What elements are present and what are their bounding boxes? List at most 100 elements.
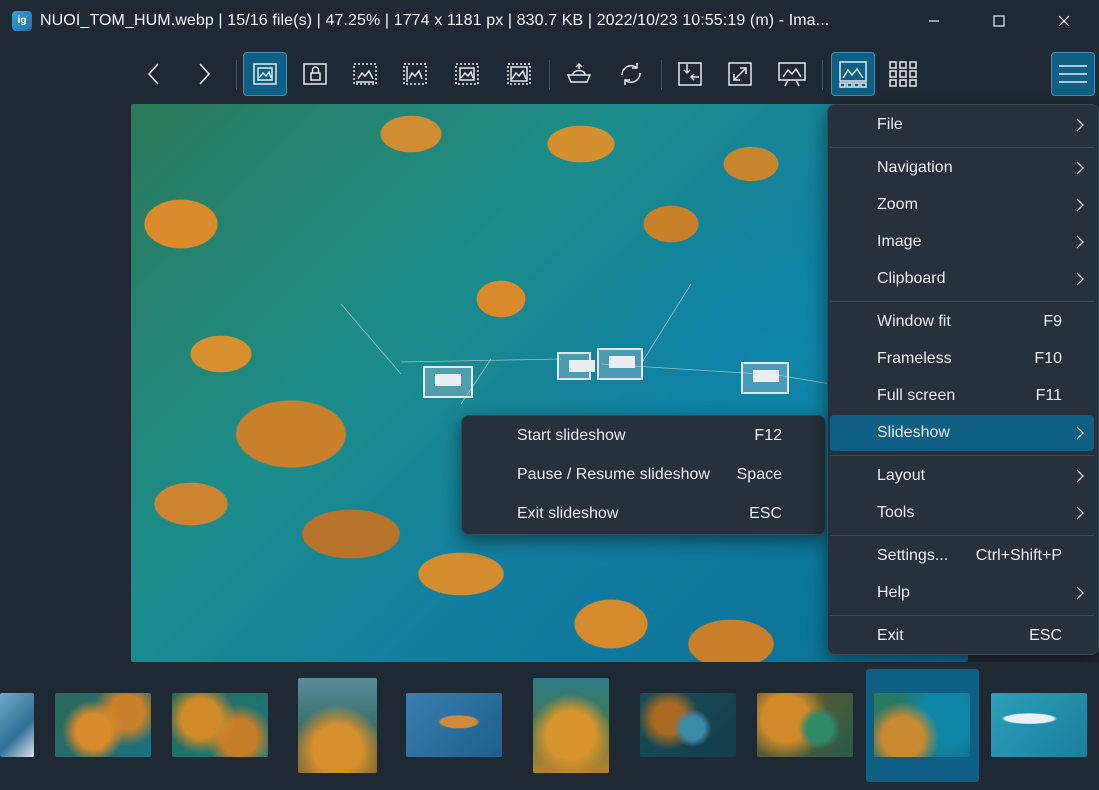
menu-item-window-fit[interactable]: Window fit F9: [830, 304, 1094, 340]
open-with-icon: [678, 62, 702, 86]
menu-item-clipboard[interactable]: Clipboard: [830, 261, 1094, 297]
menu-item-layout[interactable]: Layout: [830, 458, 1094, 494]
image-width-icon: [353, 63, 377, 85]
menu-item-shortcut: F12: [754, 427, 782, 444]
menu-item-image[interactable]: Image: [830, 224, 1094, 260]
menu-item-tools[interactable]: Tools: [830, 495, 1094, 531]
menu-item-help[interactable]: Help: [830, 575, 1094, 611]
menu-item-shortcut: Space: [736, 466, 782, 483]
menu-item-shortcut: F11: [1035, 387, 1062, 404]
menu-item-slideshow[interactable]: Slideshow: [830, 415, 1094, 451]
menu-item-shortcut: ESC: [749, 505, 782, 522]
scale-fit-button[interactable]: [445, 52, 489, 96]
menu-item-file[interactable]: File: [830, 107, 1094, 143]
minimize-icon: [929, 20, 939, 22]
chevron-right-icon: [1076, 272, 1084, 291]
presentation-icon: [778, 62, 806, 87]
thumbnail[interactable]: [533, 678, 609, 773]
pause-resume-slideshow-item[interactable]: Pause / Resume slideshow Space: [462, 456, 827, 494]
exit-slideshow-item[interactable]: Exit slideshow ESC: [462, 495, 827, 533]
thumbnail-selected[interactable]: [874, 693, 970, 757]
fullscreen-button[interactable]: [718, 52, 762, 96]
window-title: NUOI_TOM_HUM.webp | 15/16 file(s) | 47.2…: [40, 12, 830, 29]
hamburger-icon: [1059, 65, 1087, 83]
rotate-icon: [621, 63, 641, 85]
menu-item-label: Full screen: [877, 387, 956, 404]
rotate-button[interactable]: [609, 52, 653, 96]
menu-item-settings[interactable]: Settings... Ctrl+Shift+P: [830, 538, 1094, 574]
menu-divider: [830, 615, 1094, 616]
image-lock-icon: [303, 63, 327, 85]
menu-item-label: Slideshow: [877, 424, 950, 441]
chevron-right-icon: [1076, 118, 1084, 137]
menu-item-zoom[interactable]: Zoom: [830, 187, 1094, 223]
menu-item-label: File: [877, 116, 903, 133]
chevron-right-icon: [199, 63, 211, 85]
thumbnail[interactable]: [757, 693, 853, 757]
menu-item-exit[interactable]: Exit ESC: [830, 618, 1094, 654]
menu-item-label: Pause / Resume slideshow: [517, 466, 710, 483]
menu-divider: [830, 301, 1094, 302]
image-fill-icon: [507, 63, 531, 85]
scale-height-button[interactable]: [393, 52, 437, 96]
menu-item-label: Layout: [877, 467, 926, 484]
thumbnail-bar-button[interactable]: [831, 52, 875, 96]
menu-item-label: Settings...: [877, 547, 949, 564]
close-icon: [1058, 15, 1070, 27]
menu-item-label: Window fit: [877, 313, 951, 330]
toolbar-divider: [236, 60, 237, 90]
transparency-icon: [566, 62, 592, 83]
start-slideshow-item[interactable]: Start slideshow F12: [462, 417, 827, 455]
menu-item-label: Start slideshow: [517, 427, 626, 444]
menu-item-label: Frameless: [877, 350, 952, 367]
chevron-right-icon: [1076, 426, 1084, 445]
lock-zoom-button[interactable]: [293, 52, 337, 96]
menu-divider: [830, 455, 1094, 456]
thumbnail[interactable]: [991, 693, 1087, 757]
thumbnail[interactable]: [406, 693, 502, 757]
checkerboard-button[interactable]: [557, 52, 601, 96]
fish-cage: [597, 348, 643, 380]
scale-width-button[interactable]: [343, 52, 387, 96]
menu-divider: [830, 147, 1094, 148]
maximize-button[interactable]: [966, 0, 1032, 42]
menu-item-navigation[interactable]: Navigation: [830, 150, 1094, 186]
menu-item-frameless[interactable]: Frameless F10: [830, 341, 1094, 377]
open-with-button[interactable]: [668, 52, 712, 96]
minimize-button[interactable]: [901, 0, 967, 42]
app-logo-icon: ig: [12, 11, 32, 31]
chevron-right-icon: [1076, 469, 1084, 488]
slideshow-button[interactable]: [770, 52, 814, 96]
menu-item-shortcut: Ctrl+Shift+P: [975, 547, 1062, 564]
fish-cage: [423, 366, 473, 398]
next-button[interactable]: [182, 52, 226, 96]
chevron-right-icon: [1076, 161, 1084, 180]
slideshow-submenu: Start slideshow F12 Pause / Resume slide…: [461, 415, 826, 535]
chevron-left-icon: [147, 63, 159, 85]
auto-zoom-button[interactable]: [243, 52, 287, 96]
toolbar-divider: [661, 60, 662, 90]
thumbnail[interactable]: [298, 678, 377, 773]
menu-item-full-screen[interactable]: Full screen F11: [830, 378, 1094, 414]
chevron-right-icon: [1076, 198, 1084, 217]
menu-item-label: Image: [877, 233, 922, 250]
close-button[interactable]: [1031, 0, 1097, 42]
fish-cage: [557, 352, 595, 380]
thumbnail[interactable]: [0, 693, 34, 757]
thumbnail-bar-icon: [839, 61, 867, 88]
main-menu-button[interactable]: [1051, 52, 1095, 96]
toolbar: [0, 42, 1099, 104]
scale-fill-button[interactable]: [497, 52, 541, 96]
image-fit-dashed-icon: [455, 63, 479, 85]
image-height-icon: [403, 63, 427, 85]
title-bar: ig NUOI_TOM_HUM.webp | 15/16 file(s) | 4…: [0, 0, 1099, 42]
thumbnail[interactable]: [172, 693, 268, 757]
thumbnail[interactable]: [640, 693, 736, 757]
menu-item-label: Exit: [877, 627, 904, 644]
gallery-button[interactable]: [881, 52, 925, 96]
main-menu: File Navigation Zoom Image Clipboard Win…: [827, 104, 1099, 655]
thumbnail[interactable]: [55, 693, 151, 757]
previous-button[interactable]: [132, 52, 176, 96]
maximize-icon: [993, 15, 1005, 27]
toolbar-divider: [822, 60, 823, 90]
